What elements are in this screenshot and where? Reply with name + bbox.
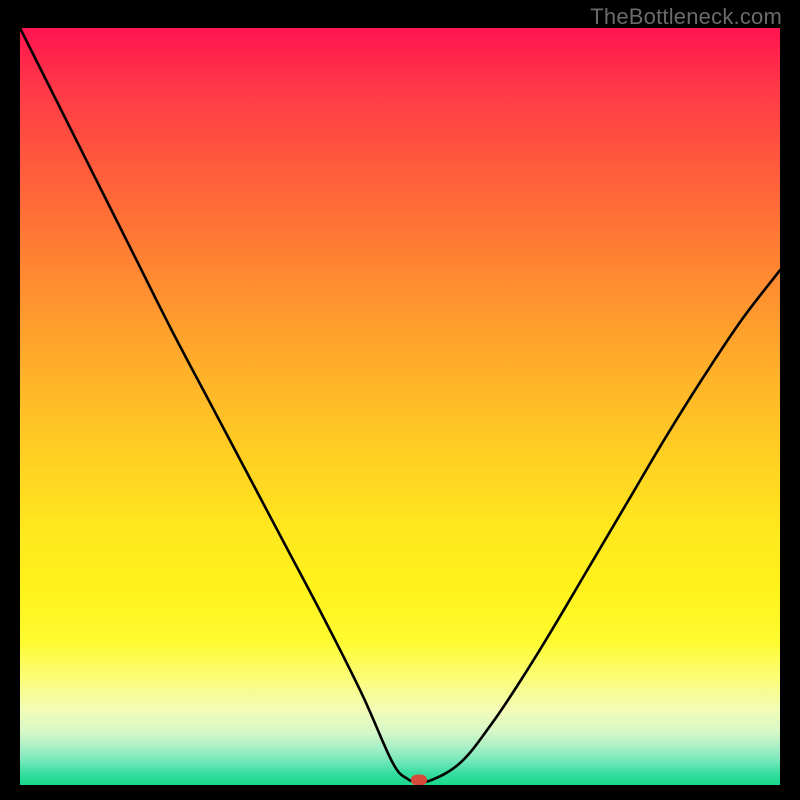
optimal-marker — [411, 775, 427, 785]
watermark-text: TheBottleneck.com — [590, 4, 782, 30]
plot-area — [20, 28, 780, 785]
chart-frame: TheBottleneck.com — [0, 0, 800, 800]
bottleneck-curve — [20, 28, 780, 785]
